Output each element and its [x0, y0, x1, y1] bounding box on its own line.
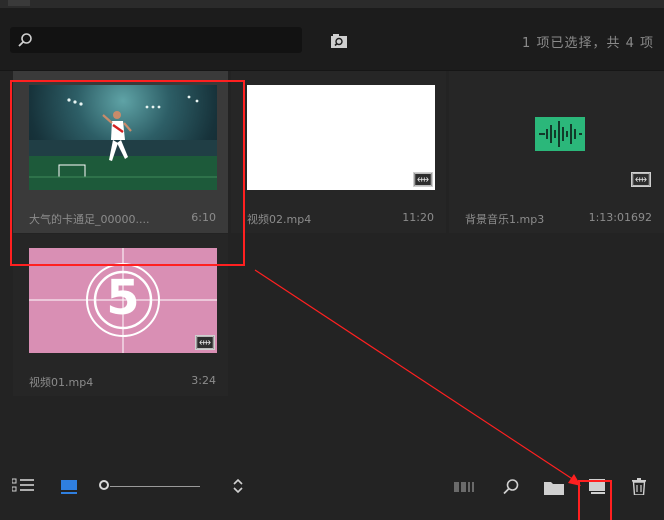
media-item-video02[interactable]: 视频02.mp4 11:20 [231, 71, 446, 233]
title-strip [0, 0, 664, 8]
storyboard-icon[interactable] [454, 481, 478, 493]
search-input[interactable] [38, 30, 297, 52]
list-icon[interactable] [12, 478, 36, 494]
thumbnail-video02 [247, 85, 435, 190]
audio-waveform-icon [535, 117, 585, 151]
media-item-bgmusic[interactable]: 背景音乐1.mp3 1:13:01692 [449, 71, 664, 233]
audio-clip-icon [631, 172, 651, 187]
tab-stub[interactable] [8, 0, 30, 6]
find-in-timeline-icon[interactable] [330, 33, 348, 49]
zoom-slider-knob[interactable] [99, 480, 109, 490]
video-clip-icon [413, 172, 433, 187]
media-item-name: 背景音乐1.mp3 [465, 213, 545, 226]
search-box[interactable] [10, 27, 302, 53]
zoom-slider-track[interactable] [110, 486, 200, 487]
folder-icon[interactable] [544, 480, 564, 495]
bottom-toolbar [0, 451, 664, 517]
thumbnail-audio [465, 85, 653, 190]
search-icon[interactable] [502, 478, 520, 496]
thumbnail-icon[interactable] [60, 480, 78, 494]
video-clip-icon [195, 335, 215, 350]
search-icon [18, 33, 32, 47]
media-item-name: 视频01.mp4 [29, 376, 94, 389]
media-item-duration: 1:13:01692 [588, 211, 652, 224]
annotation-highlight-selected-item [10, 80, 245, 266]
sort-updown-icon[interactable] [232, 478, 244, 494]
panel-header: 1 项已选择，共 4 项 [0, 8, 664, 71]
countdown-number: 5 [106, 270, 140, 326]
annotation-highlight-new-item [578, 480, 612, 520]
media-item-name: 视频02.mp4 [247, 213, 312, 226]
trash-icon[interactable] [632, 478, 646, 495]
media-item-duration: 3:24 [191, 374, 216, 387]
selection-status: 1 项已选择，共 4 项 [522, 36, 654, 51]
media-item-duration: 11:20 [402, 211, 434, 224]
